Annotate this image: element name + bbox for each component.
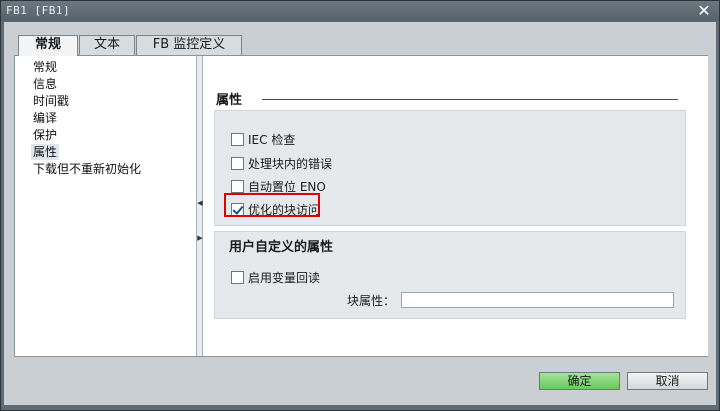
auto-eno-checkbox[interactable]	[231, 179, 244, 193]
user-attributes-title: 用户自定义的属性	[229, 240, 334, 255]
pane-splitter[interactable]: ◀ ▶	[197, 56, 203, 356]
window-title: FB1 [FB1]	[6, 4, 71, 17]
nav-item-general[interactable]: 常规	[31, 59, 59, 75]
close-icon[interactable]: ✕	[695, 2, 713, 20]
iec-check-label: IEC 检查	[248, 132, 296, 147]
tab-content: 常规 信息 时间戳 编译 保护 属性 下载但不重新初始化 ◀ ▶ 属性 IEC …	[14, 55, 708, 357]
option-auto-eno[interactable]: 自动置位 ENO	[231, 178, 326, 194]
navigation-tree: 常规 信息 时间戳 编译 保护 属性 下载但不重新初始化	[15, 56, 197, 356]
option-iec-check[interactable]: IEC 检查	[231, 131, 295, 147]
expand-right-icon[interactable]: ▶	[197, 234, 203, 242]
cancel-button[interactable]: 取消	[627, 372, 708, 390]
iec-check-checkbox[interactable]	[231, 132, 244, 146]
handle-errors-label: 处理块内的错误	[248, 156, 333, 171]
attributes-pane: 属性 IEC 检查 处理块内的错误 自动置位 ENO 优化的块访问 用户自定义的…	[204, 56, 708, 356]
user-attributes-group: 用户自定义的属性 启用变量回读 块属性：	[214, 231, 686, 319]
ok-button[interactable]: 确定	[539, 372, 620, 390]
handle-errors-checkbox[interactable]	[231, 156, 244, 170]
title-bar[interactable]: FB1 [FB1] ✕	[1, 1, 719, 21]
tab-text[interactable]: 文本	[79, 35, 135, 55]
section-divider	[262, 99, 678, 100]
auto-eno-label: 自动置位 ENO	[248, 179, 326, 194]
nav-item-attributes[interactable]: 属性	[31, 144, 60, 160]
option-handle-errors[interactable]: 处理块内的错误	[231, 155, 332, 171]
block-attribute-input[interactable]	[401, 292, 674, 308]
enable-readback-checkbox[interactable]	[231, 270, 244, 284]
highlight-box	[224, 193, 320, 217]
nav-item-timestamp[interactable]: 时间戳	[31, 93, 71, 109]
nav-item-download-without-reinit[interactable]: 下载但不重新初始化	[31, 161, 143, 177]
nav-item-compilation[interactable]: 编译	[31, 110, 59, 126]
block-attribute-label: 块属性：	[347, 294, 396, 308]
nav-item-information[interactable]: 信息	[31, 76, 59, 92]
attributes-title: 属性	[216, 93, 243, 108]
option-enable-readback[interactable]: 启用变量回读	[231, 269, 320, 285]
nav-item-protection[interactable]: 保护	[31, 127, 59, 143]
dialog-body: 常规 文本 FB 监控定义 常规 信息 时间戳 编译 保护 属性 下载但不重新初…	[4, 22, 716, 405]
collapse-left-icon[interactable]: ◀	[197, 199, 203, 207]
tab-fb-supervision[interactable]: FB 监控定义	[136, 35, 242, 55]
properties-dialog: FB1 [FB1] ✕ 常规 文本 FB 监控定义 常规 信息 时间戳 编译 保…	[0, 0, 720, 411]
enable-readback-label: 启用变量回读	[248, 270, 321, 285]
tab-general[interactable]: 常规	[18, 35, 78, 56]
